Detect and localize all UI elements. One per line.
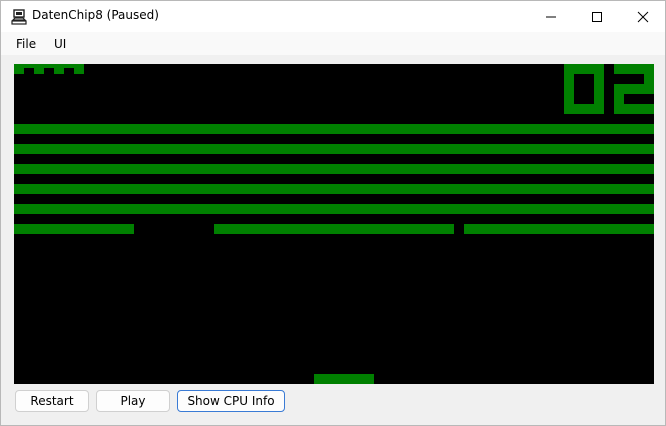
menu-bar: File UI bbox=[1, 32, 665, 55]
play-button[interactable]: Play bbox=[96, 390, 170, 412]
show-cpu-info-button[interactable]: Show CPU Info bbox=[177, 390, 285, 412]
brick-segment bbox=[464, 224, 654, 234]
brick-row bbox=[14, 204, 654, 214]
close-button[interactable] bbox=[620, 1, 666, 32]
brick-row bbox=[14, 164, 654, 174]
maximize-icon bbox=[592, 12, 602, 22]
app-window: DatenChip8 (Paused) File UI Restart Play… bbox=[0, 0, 666, 426]
menu-ui[interactable]: UI bbox=[54, 37, 66, 51]
app-icon bbox=[11, 9, 27, 25]
minimize-button[interactable] bbox=[528, 1, 574, 32]
paddle bbox=[314, 374, 374, 384]
title-bar[interactable]: DatenChip8 (Paused) bbox=[1, 1, 665, 32]
life-indicator-base bbox=[14, 64, 84, 68]
brick-row bbox=[14, 124, 654, 134]
minimize-icon bbox=[546, 16, 556, 18]
brick-segment bbox=[14, 224, 134, 234]
window-title: DatenChip8 (Paused) bbox=[32, 8, 159, 22]
brick-row bbox=[14, 184, 654, 194]
brick-row bbox=[14, 144, 654, 154]
restart-button[interactable]: Restart bbox=[15, 390, 89, 412]
brick-segment bbox=[214, 224, 454, 234]
close-icon bbox=[637, 11, 649, 23]
menu-file[interactable]: File bbox=[16, 37, 36, 51]
emulator-screen[interactable] bbox=[14, 64, 654, 384]
maximize-button[interactable] bbox=[574, 1, 620, 32]
